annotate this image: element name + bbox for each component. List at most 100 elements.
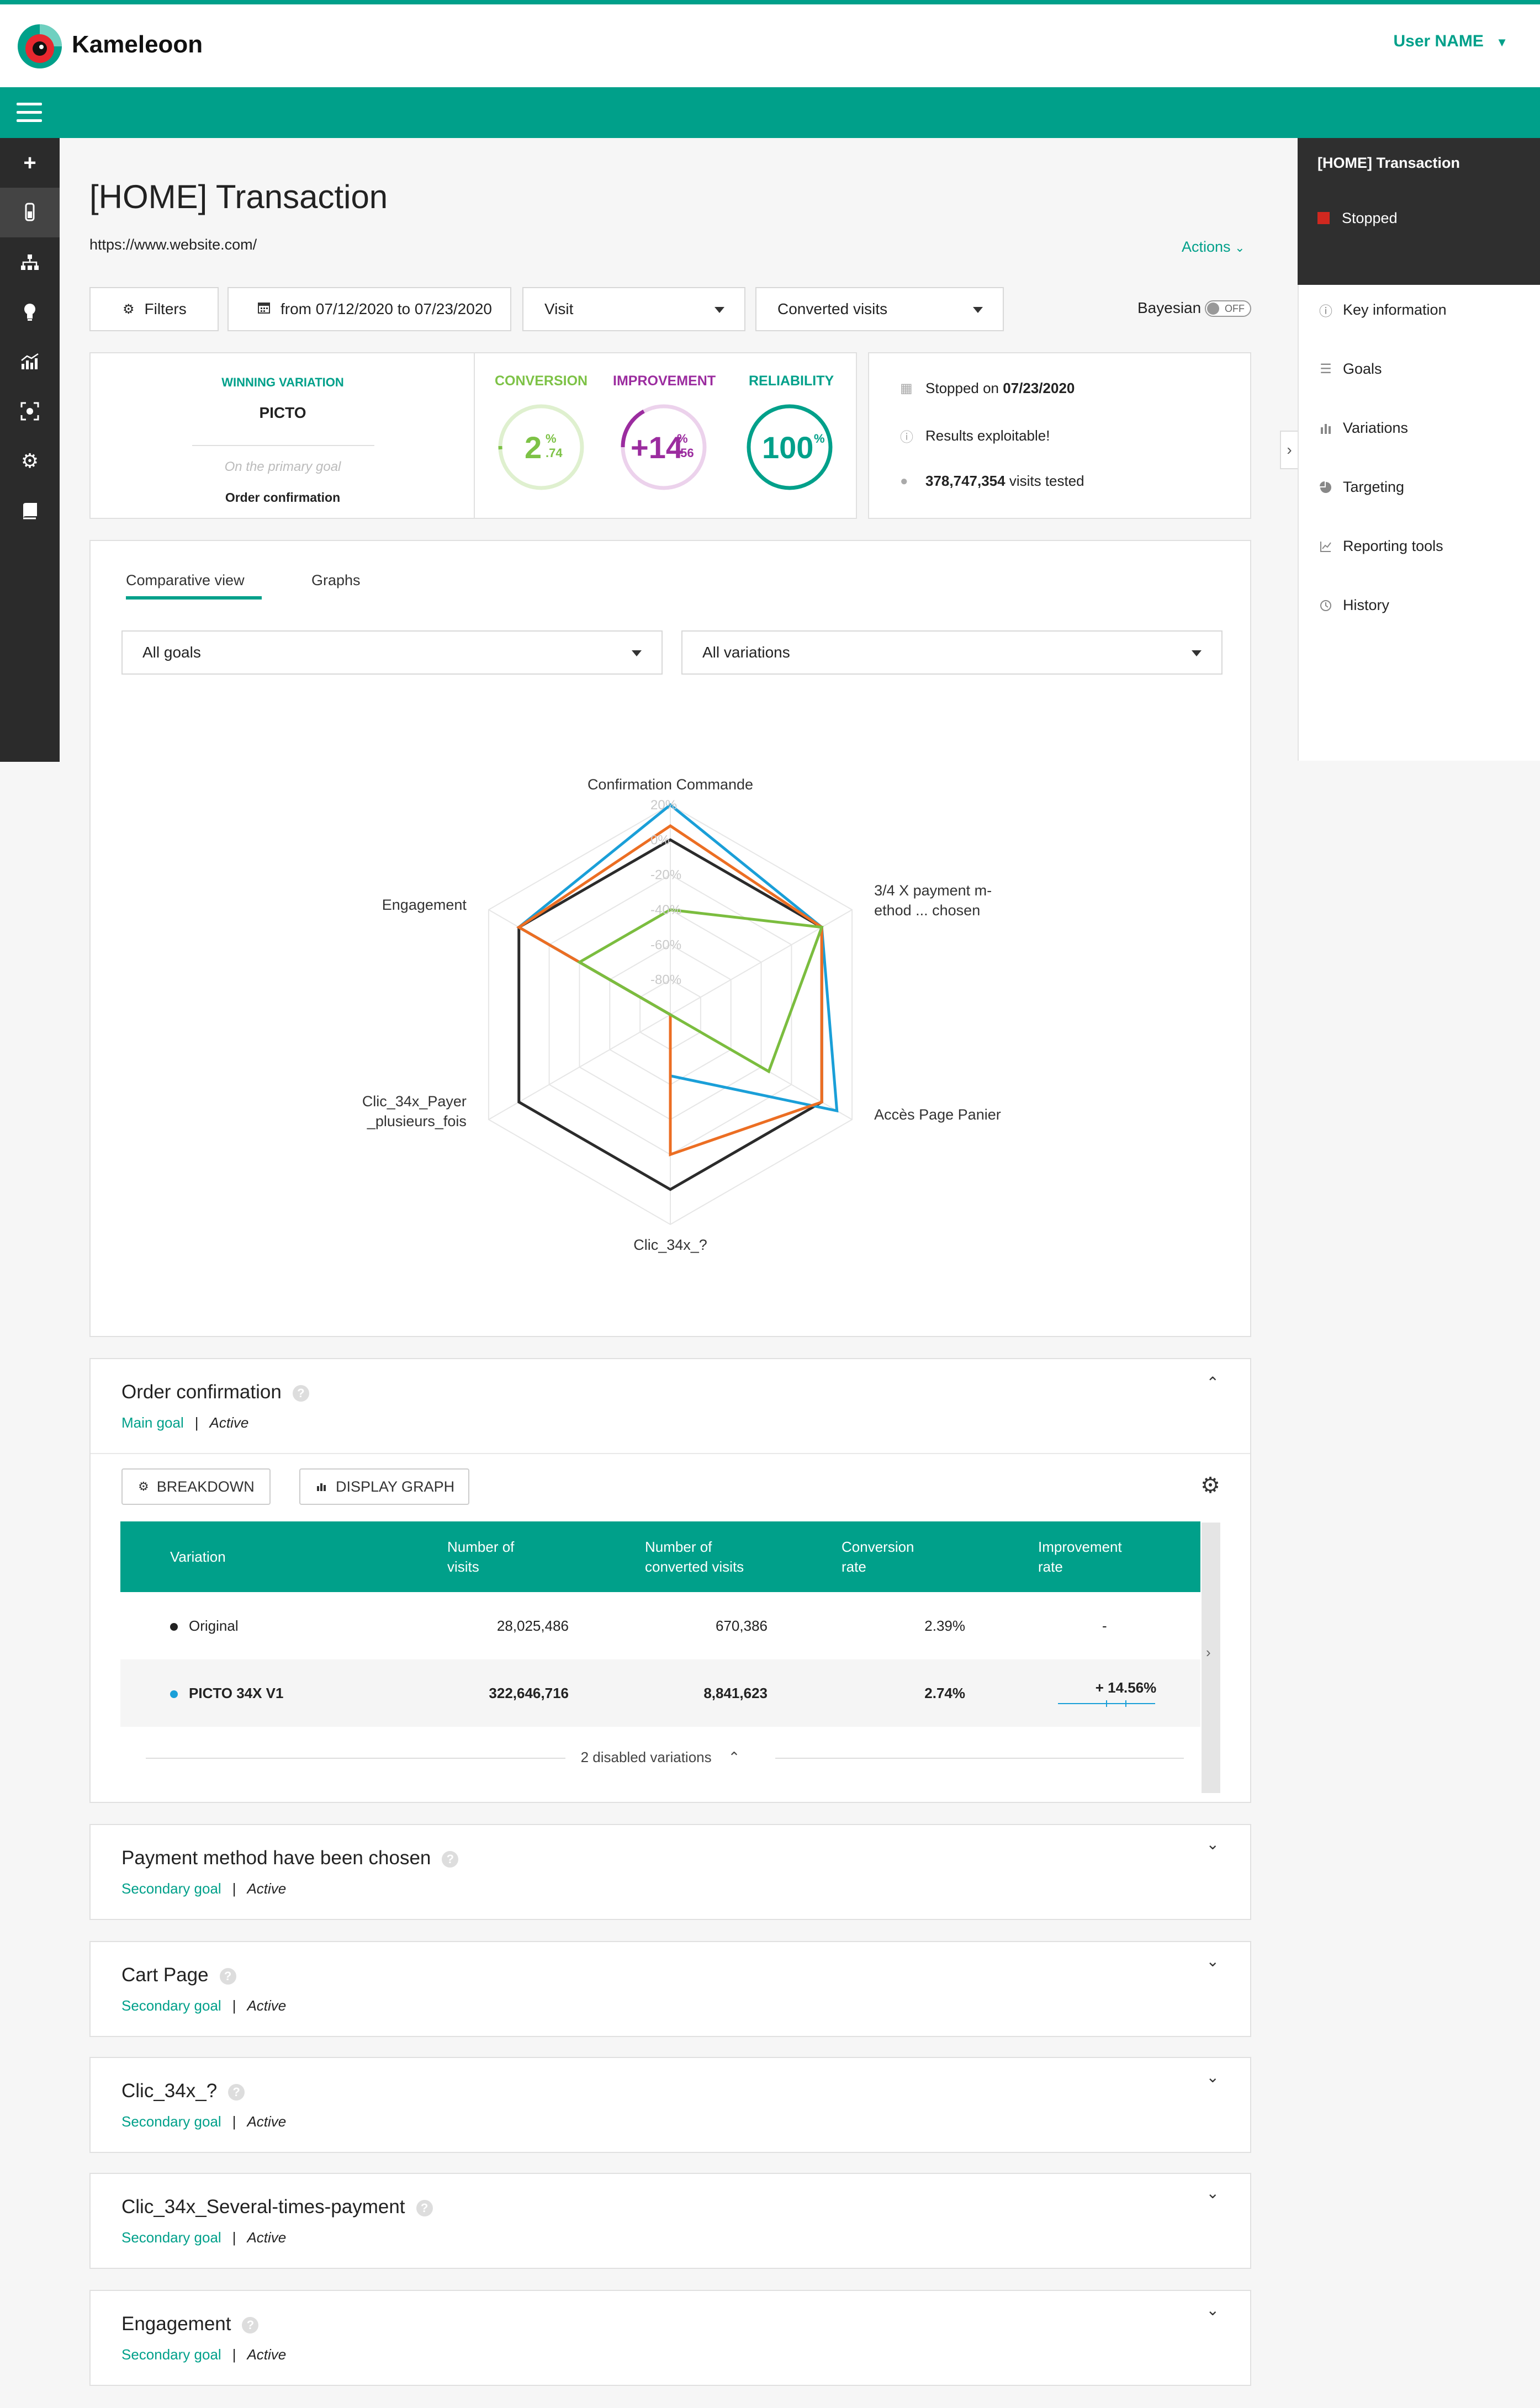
radar-tick-label: -60% bbox=[650, 937, 681, 952]
date-range-label: from 07/12/2020 to 07/23/2020 bbox=[281, 300, 492, 317]
breakdown-button[interactable]: ⚙ BREAKDOWN bbox=[121, 1468, 271, 1505]
goal-type[interactable]: Secondary goal bbox=[121, 2346, 221, 2363]
menu-history[interactable]: History bbox=[1319, 597, 1389, 614]
goal-title: Order confirmation? bbox=[121, 1381, 309, 1403]
help-icon[interactable]: ? bbox=[228, 2083, 245, 2101]
info-icon: ⓘ bbox=[900, 430, 913, 445]
sitemap-icon[interactable] bbox=[0, 237, 60, 287]
toggle-knob bbox=[1207, 303, 1219, 315]
goal-type[interactable]: Main goal bbox=[121, 1414, 184, 1431]
conversion-value: 2 bbox=[525, 430, 542, 465]
header-line: Improvement bbox=[1038, 1539, 1122, 1555]
clock-icon bbox=[1319, 598, 1333, 613]
visit-select[interactable]: Visit bbox=[522, 287, 745, 331]
column-header-visits: Number of visits bbox=[447, 1537, 514, 1577]
goal-title-text: Cart Page bbox=[121, 1964, 209, 1986]
goal-card-payment-method[interactable]: Payment method have been chosen? Seconda… bbox=[89, 1824, 1251, 1920]
user-menu[interactable]: User NAME ▼ bbox=[1394, 32, 1509, 51]
reliability-label: RELIABILITY bbox=[749, 373, 834, 389]
date-range-picker[interactable]: from 07/12/2020 to 07/23/2020 bbox=[227, 287, 511, 331]
table-row[interactable]: PICTO 34X V1 322,646,716 8,841,623 2.74%… bbox=[120, 1659, 1200, 1727]
help-icon[interactable]: ? bbox=[242, 2316, 259, 2333]
disabled-variations-row[interactable]: 2 disabled variations ⌃ bbox=[120, 1727, 1200, 1789]
goal-meta: Secondary goal | Active bbox=[121, 1997, 286, 2014]
converted-cell: 8,841,623 bbox=[703, 1685, 768, 1701]
book-icon[interactable] bbox=[0, 486, 60, 535]
horizontal-scroll-handle[interactable]: › bbox=[1202, 1523, 1220, 1793]
info-icon: ⓘ bbox=[1319, 304, 1332, 319]
lightbulb-icon[interactable] bbox=[0, 287, 60, 337]
display-graph-label: DISPLAY GRAPH bbox=[336, 1478, 455, 1495]
gear-icon[interactable]: ⚙ bbox=[0, 436, 60, 486]
goal-type[interactable]: Secondary goal bbox=[121, 2113, 221, 2130]
conversion-percent: % bbox=[546, 432, 557, 445]
menu-label: Variations bbox=[1343, 420, 1409, 436]
table-row[interactable]: Original 28,025,486 670,386 2.39% - bbox=[120, 1592, 1200, 1659]
pie-icon bbox=[1319, 480, 1333, 495]
gear-icon[interactable]: ⚙ bbox=[1200, 1473, 1220, 1498]
chevron-down-icon[interactable]: ⌄ bbox=[1206, 2068, 1219, 2086]
chevron-up-icon[interactable]: ⌃ bbox=[1206, 1373, 1219, 1392]
winning-variation-section: WINNING VARIATION PICTO On the primary g… bbox=[91, 353, 475, 518]
improvement-percent: % bbox=[677, 432, 688, 445]
rate-cell: 2.74% bbox=[924, 1685, 965, 1701]
help-icon[interactable]: ? bbox=[219, 1967, 236, 1985]
filters-button[interactable]: ⚙ Filters bbox=[89, 287, 219, 331]
separator: | bbox=[232, 2346, 236, 2363]
visits-cell: 28,025,486 bbox=[496, 1617, 569, 1634]
chevron-down-icon[interactable]: ⌄ bbox=[1206, 2184, 1219, 2202]
chevron-down-icon[interactable]: ⌄ bbox=[1206, 1835, 1219, 1853]
help-icon[interactable]: ? bbox=[292, 1385, 309, 1402]
goal-type[interactable]: Secondary goal bbox=[121, 1997, 221, 2014]
collapse-panel-button[interactable]: › bbox=[1280, 431, 1298, 469]
goal-title-text: Order confirmation bbox=[121, 1381, 282, 1403]
help-icon[interactable]: ? bbox=[416, 2199, 433, 2216]
converted-cell: 670,386 bbox=[716, 1617, 768, 1634]
display-graph-button[interactable]: DISPLAY GRAPH bbox=[299, 1468, 469, 1505]
improvement-decimal: .56 bbox=[677, 446, 694, 460]
goal-card-engagement[interactable]: Engagement? Secondary goal | Active ⌄ bbox=[89, 2290, 1251, 2386]
goal-status: Active bbox=[247, 2229, 287, 2246]
confidence-interval-bar bbox=[1058, 1700, 1155, 1707]
top-header bbox=[0, 0, 1540, 87]
target-icon[interactable] bbox=[0, 386, 60, 436]
goal-meta: Secondary goal | Active bbox=[121, 2346, 286, 2363]
goal-type[interactable]: Secondary goal bbox=[121, 1880, 221, 1897]
improvement-gauge: +14 % .56 bbox=[620, 403, 708, 491]
chart-icon[interactable] bbox=[0, 337, 60, 386]
menu-label: Targeting bbox=[1343, 479, 1405, 495]
goal-title-text: Engagement bbox=[121, 2313, 231, 2335]
menu-variations[interactable]: Variations bbox=[1319, 420, 1408, 437]
bayesian-toggle[interactable]: OFF bbox=[1205, 300, 1251, 317]
menu-key-information[interactable]: ⓘ Key information bbox=[1319, 301, 1447, 319]
goal-status: Active bbox=[247, 2113, 287, 2130]
chevron-right-icon: › bbox=[1287, 441, 1292, 458]
primary-goal-name: Order confirmation bbox=[225, 490, 341, 505]
kameleoon-logo[interactable] bbox=[17, 23, 63, 70]
page-url[interactable]: https://www.website.com/ bbox=[89, 236, 257, 253]
menu-reporting-tools[interactable]: Reporting tools bbox=[1319, 538, 1443, 555]
chevron-down-icon[interactable]: ⌄ bbox=[1206, 1952, 1219, 1970]
actions-menu[interactable]: Actions ⌄ bbox=[1182, 238, 1245, 256]
menu-goals[interactable]: ☰ Goals bbox=[1319, 360, 1382, 378]
help-icon[interactable]: ? bbox=[442, 1850, 459, 1868]
radar-series-line bbox=[576, 908, 824, 1074]
hamburger-menu-icon[interactable] bbox=[17, 103, 42, 123]
variation-cell: Original bbox=[170, 1617, 239, 1635]
menu-targeting[interactable]: Targeting bbox=[1319, 479, 1404, 496]
converted-visits-select[interactable]: Converted visits bbox=[755, 287, 1004, 331]
goal-type[interactable]: Secondary goal bbox=[121, 2229, 221, 2246]
plus-icon[interactable]: + bbox=[0, 138, 60, 188]
chevron-down-icon[interactable]: ⌄ bbox=[1206, 2301, 1219, 2319]
goal-title: Clic_34x_?? bbox=[121, 2080, 245, 2102]
report-icon bbox=[1319, 539, 1333, 554]
experiment-panel-header: [HOME] Transaction Stopped bbox=[1298, 138, 1540, 404]
improvement-label: IMPROVEMENT bbox=[613, 373, 716, 389]
goal-card-several-times-payment[interactable]: Clic_34x_Several-times-payment? Secondar… bbox=[89, 2173, 1251, 2269]
goal-meta: Main goal | Active bbox=[121, 1414, 248, 1431]
goal-card-cart-page[interactable]: Cart Page? Secondary goal | Active ⌄ bbox=[89, 1941, 1251, 2037]
radar-series-line bbox=[516, 803, 839, 1113]
separator: | bbox=[232, 2229, 236, 2246]
experiment-icon[interactable] bbox=[0, 188, 60, 237]
goal-card-clic-34x[interactable]: Clic_34x_?? Secondary goal | Active ⌄ bbox=[89, 2057, 1251, 2153]
